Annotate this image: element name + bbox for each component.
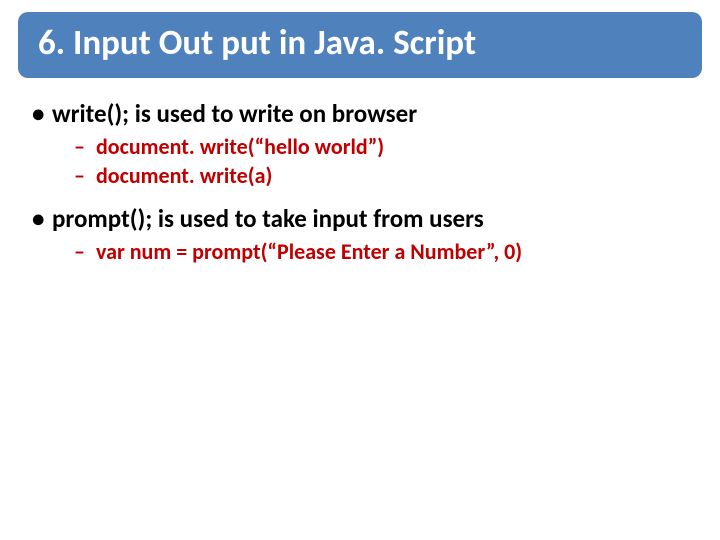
bullet-item: prompt(); is used to take input from use… bbox=[24, 203, 702, 234]
slide: 6. Input Out put in Java. Script write()… bbox=[0, 0, 720, 540]
bullet-item: write(); is used to write on browser bbox=[24, 98, 702, 129]
title-box: 6. Input Out put in Java. Script bbox=[18, 12, 702, 78]
bullet-subitem: document. write(a) bbox=[24, 162, 702, 189]
content-area: write(); is used to write on browser doc… bbox=[18, 98, 702, 265]
bullet-subitem: document. write(“hello world”) bbox=[24, 133, 702, 160]
spacer bbox=[24, 191, 702, 203]
slide-title: 6. Input Out put in Java. Script bbox=[38, 22, 682, 64]
bullet-subitem: var num = prompt(“Please Enter a Number”… bbox=[24, 238, 702, 265]
